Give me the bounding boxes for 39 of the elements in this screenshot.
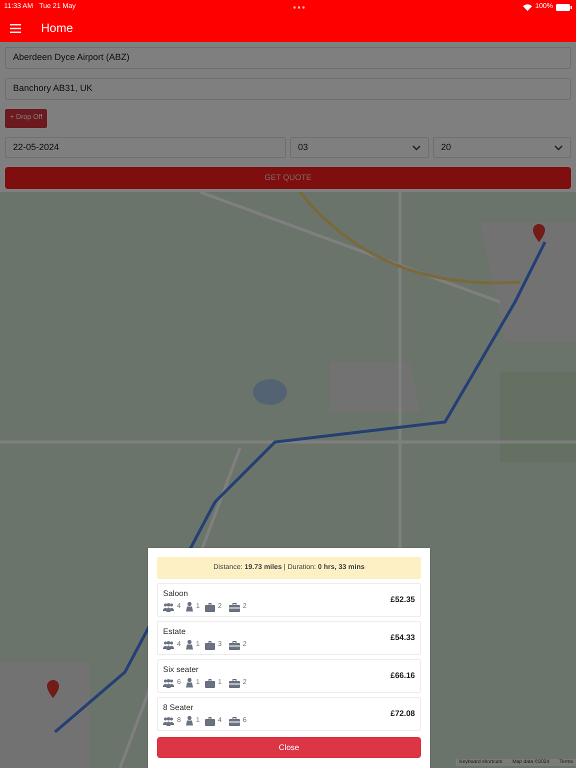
battery-icon [556,4,572,10]
person-icon [186,716,193,726]
suitcase-icon [204,640,215,650]
vehicle-price: £54.33 [390,632,415,644]
dropoff-field[interactable]: Banchory AB31, UK [5,78,571,100]
page-title: Home [41,20,74,37]
person-icon [186,678,193,688]
wifi-icon [523,4,532,10]
person-icon [186,602,193,612]
menu-icon[interactable] [10,24,21,32]
person-icon [186,640,193,650]
vehicle-price: £72.08 [390,708,415,720]
suitcase-icon [204,602,215,612]
vehicle-name: 8 Seater [163,702,194,714]
vehicle-name: Estate [163,626,187,638]
date-field[interactable]: 22-05-2024 [5,137,286,158]
more-dots-icon [293,6,306,8]
briefcase-icon [228,640,240,650]
vehicle-name: Six seater [163,664,200,676]
passengers-icon [163,602,174,612]
suitcase-icon [204,678,215,688]
passengers-icon [163,640,174,650]
vehicle-price: £52.35 [390,594,415,606]
close-button[interactable]: Close [157,737,421,758]
briefcase-icon [228,678,240,688]
map-pin-icon[interactable] [533,224,545,242]
passengers-icon [163,716,174,726]
pickup-field[interactable]: Aberdeen Dyce Airport (ABZ) [5,47,571,69]
minute-select[interactable]: 20 [433,137,571,158]
vehicle-name: Saloon [163,588,189,600]
hour-select[interactable]: 03 [290,137,429,158]
suitcase-icon [204,716,215,726]
vehicle-price: £66.16 [390,670,415,682]
chevron-down-icon [554,144,563,150]
briefcase-icon [228,716,240,726]
passengers-icon [163,678,174,688]
chevron-down-icon [412,144,421,150]
map-pin-icon[interactable] [47,680,59,698]
briefcase-icon [228,602,240,612]
